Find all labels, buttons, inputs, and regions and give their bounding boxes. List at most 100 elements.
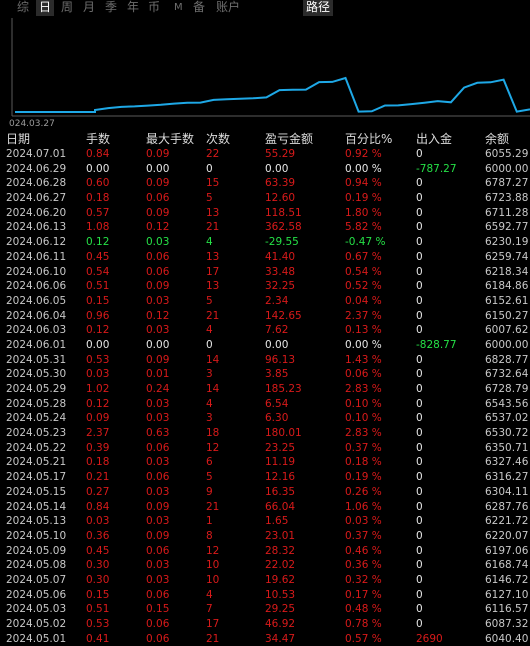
cell-balance: 6230.19	[485, 236, 529, 249]
cell-percent: 0.36 %	[345, 559, 382, 572]
header-percent[interactable]: 百分比%	[345, 131, 392, 147]
table-row[interactable]: 2024.06.29 0.00 0.00 0 0.00 0.00 % -787.27 6000…	[0, 162, 530, 177]
cell-lots: 0.45	[86, 544, 110, 557]
tab-0[interactable]: 综	[17, 0, 29, 16]
table-row[interactable]: 2024.06.04 0.96 0.12 21 142.65 2.37 % 0 6150.27	[0, 309, 530, 324]
cell-pnl: 63.39	[265, 177, 296, 190]
cell-pnl: 46.92	[265, 618, 296, 630]
cell-cash-flow: 0	[416, 192, 423, 205]
table-row[interactable]: 2024.06.11 0.45 0.06 13 41.40 0.67 % 0 6259.74	[0, 250, 530, 265]
header-cash-flow[interactable]: 出入金	[416, 131, 452, 147]
cell-date: 2024.05.31	[6, 353, 67, 366]
table-row[interactable]: 2024.06.20 0.57 0.09 13 118.51 1.80 % 0 6711.28	[0, 206, 530, 221]
table-row[interactable]: 2024.06.27 0.18 0.06 5 12.60 0.19 % 0 6723.88	[0, 191, 530, 206]
tab-5[interactable]: 年	[127, 0, 139, 16]
table-row[interactable]: 2024.05.21 0.18 0.03 6 11.19 0.18 % 0 6327.46	[0, 455, 530, 470]
cell-count: 21	[206, 309, 220, 322]
cell-cash-flow: 0	[416, 500, 423, 513]
table-row[interactable]: 2024.05.23 2.37 0.63 18 180.01 2.83 % 0 6530.72	[0, 426, 530, 441]
cell-max-lots: 0.06	[146, 250, 170, 263]
cell-cash-flow: -787.27	[416, 162, 457, 175]
cell-balance: 6000.00	[485, 162, 529, 175]
tab-3[interactable]: 月	[83, 0, 95, 16]
cell-balance: 6000.00	[485, 338, 529, 351]
cell-date: 2024.05.08	[6, 559, 67, 572]
table-row[interactable]: 2024.06.03 0.12 0.03 4 7.62 0.13 % 0 6007.62	[0, 323, 530, 338]
table-row[interactable]: 2024.05.29 1.02 0.24 14 185.23 2.83 % 0 6728.79	[0, 382, 530, 397]
tab-1[interactable]: 日	[36, 0, 55, 16]
cell-count: 4	[206, 236, 213, 249]
cell-date: 2024.05.07	[6, 573, 67, 586]
tab-9[interactable]: 账户	[216, 0, 240, 16]
table-row[interactable]: 2024.06.01 0.00 0.00 0 0.00 0.00 % -828.77 6000…	[0, 338, 530, 353]
cell-percent: 1.06 %	[345, 500, 382, 513]
cell-percent: 2.37 %	[345, 309, 382, 322]
table-row[interactable]: 2024.06.13 1.08 0.12 21 362.58 5.82 % 0 6592.77	[0, 220, 530, 235]
table-row[interactable]: 2024.06.05 0.15 0.03 5 2.34 0.04 % 0 6152.61	[0, 294, 530, 309]
tab-7[interactable]: M	[174, 0, 183, 16]
table-row[interactable]: 2024.05.17 0.21 0.06 5 12.16 0.19 % 0 6316.27	[0, 470, 530, 485]
tab-10[interactable]: 路径	[303, 0, 334, 16]
cell-balance: 6152.61	[485, 294, 529, 307]
tab-6[interactable]: 币	[148, 0, 160, 16]
table-row[interactable]: 2024.05.10 0.36 0.09 8 23.01 0.37 % 0 6220.07	[0, 529, 530, 544]
cell-max-lots: 0.06	[146, 544, 170, 557]
table-row[interactable]: 2024.06.06 0.51 0.09 13 32.25 0.52 % 0 6184.86	[0, 279, 530, 294]
cell-pnl: 12.16	[265, 471, 296, 484]
cell-date: 2024.05.14	[6, 500, 67, 513]
tab-2[interactable]: 周	[61, 0, 73, 16]
cell-lots: 0.30	[86, 559, 110, 572]
cell-balance: 6304.11	[485, 485, 529, 498]
cell-pnl: 180.01	[265, 427, 302, 440]
table-row[interactable]: 2024.05.02 0.53 0.06 17 46.92 0.78 % 0 6087.32	[0, 617, 530, 632]
table-row[interactable]: 2024.05.31 0.53 0.09 14 96.13 1.43 % 0 6828.77	[0, 353, 530, 368]
cell-max-lots: 0.03	[146, 559, 170, 572]
table-row[interactable]: 2024.05.08 0.30 0.03 10 22.02 0.36 % 0 6168.74	[0, 558, 530, 573]
cell-balance: 6040.40	[485, 632, 529, 645]
cell-date: 2024.06.10	[6, 265, 67, 278]
cell-count: 14	[206, 353, 220, 366]
cell-count: 5	[206, 192, 213, 205]
cell-balance: 6728.79	[485, 383, 529, 395]
table-row[interactable]: 2024.06.28 0.60 0.09 15 63.39 0.94 % 0 6787.27	[0, 176, 530, 191]
tab-8[interactable]: 备	[193, 0, 205, 16]
cell-count: 17	[206, 618, 220, 630]
table-row[interactable]: 2024.05.06 0.15 0.06 4 10.53 0.17 % 0 6127.10	[0, 588, 530, 603]
table-row[interactable]: 2024.05.22 0.39 0.06 12 23.25 0.37 % 0 6350.71	[0, 441, 530, 456]
header-max-lots[interactable]: 最大手数	[146, 131, 194, 147]
table-row[interactable]: 2024.05.07 0.30 0.03 10 19.62 0.32 % 0 6146.72	[0, 573, 530, 588]
table-row[interactable]: 2024.05.14 0.84 0.09 21 66.04 1.06 % 0 6287.76	[0, 500, 530, 515]
cell-pnl: 11.19	[265, 456, 296, 469]
cell-cash-flow: 0	[416, 265, 423, 278]
cell-count: 0	[206, 338, 213, 351]
table-row[interactable]: 2024.07.01 0.84 0.09 22 55.29 0.92 % 0 6055.29	[0, 147, 530, 162]
cell-lots: 0.12	[86, 324, 110, 337]
cell-max-lots: 0.06	[146, 471, 170, 484]
cell-cash-flow: -828.77	[416, 338, 457, 351]
header-date[interactable]: 日期	[6, 131, 30, 147]
header-count[interactable]: 次数	[206, 131, 230, 147]
cell-percent: 0.00 %	[345, 338, 382, 351]
cell-max-lots: 0.03	[146, 412, 170, 425]
table-row[interactable]: 2024.05.15 0.27 0.03 9 16.35 0.26 % 0 6304.11	[0, 485, 530, 500]
table-row[interactable]: 2024.06.12 0.12 0.03 4 -29.55 -0.47 % 0 6230.19	[0, 235, 530, 250]
cell-cash-flow: 0	[416, 397, 423, 410]
cell-max-lots: 0.09	[146, 177, 170, 190]
header-pnl[interactable]: 盈亏金额	[265, 131, 313, 147]
cell-count: 4	[206, 397, 213, 410]
cell-date: 2024.06.01	[6, 338, 67, 351]
cell-max-lots: 0.03	[146, 573, 170, 586]
cell-percent: 0.17 %	[345, 588, 382, 601]
table-row[interactable]: 2024.06.10 0.54 0.06 17 33.48 0.54 % 0 6218.34	[0, 265, 530, 280]
table-row[interactable]: 2024.05.01 0.41 0.06 21 34.47 0.57 % 2690 6040.…	[0, 632, 530, 646]
table-row[interactable]: 2024.05.09 0.45 0.06 12 28.32 0.46 % 0 6197.06	[0, 544, 530, 559]
table-row[interactable]: 2024.05.03 0.51 0.15 7 29.25 0.48 % 0 6116.57	[0, 602, 530, 617]
table-row[interactable]: 2024.05.30 0.03 0.01 3 3.85 0.06 % 0 6732.64	[0, 367, 530, 382]
cell-percent: 0.19 %	[345, 192, 382, 205]
tab-4[interactable]: 季	[105, 0, 117, 16]
header-balance[interactable]: 余额	[485, 131, 509, 147]
header-lots[interactable]: 手数	[86, 131, 110, 147]
table-row[interactable]: 2024.05.24 0.09 0.03 3 6.30 0.10 % 0 6537.02	[0, 411, 530, 426]
table-row[interactable]: 2024.05.28 0.12 0.03 4 6.54 0.10 % 0 6543.56	[0, 397, 530, 412]
table-row[interactable]: 2024.05.13 0.03 0.03 1 1.65 0.03 % 0 6221.72	[0, 514, 530, 529]
